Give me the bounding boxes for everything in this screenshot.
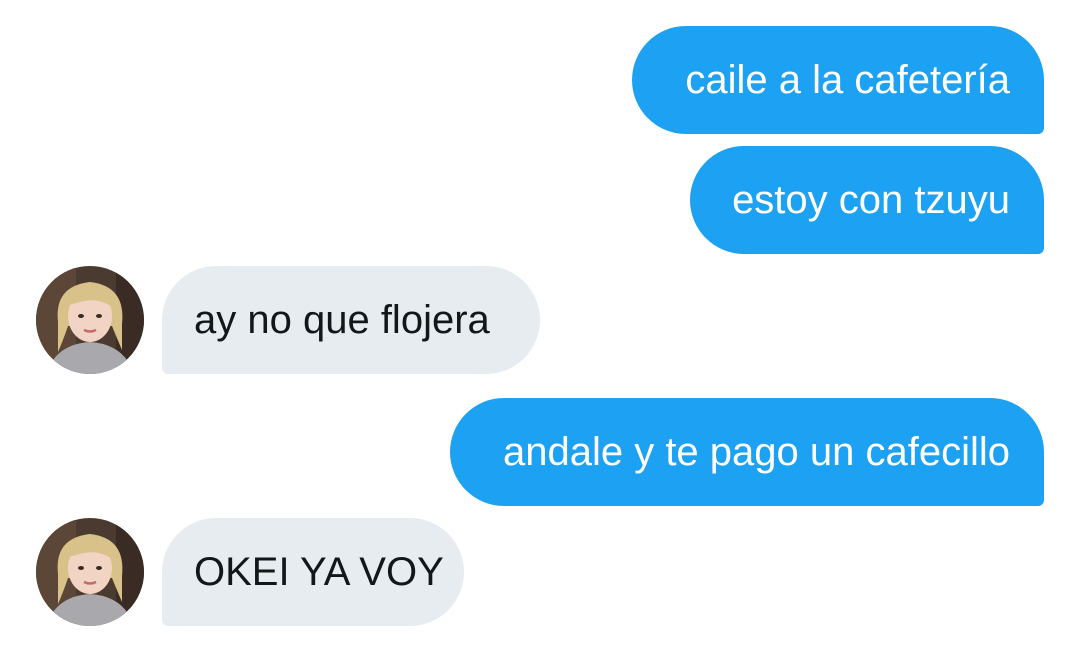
message-bubble-received[interactable]: ay no que flojera	[162, 266, 540, 374]
message-bubble-sent[interactable]: estoy con tzuyu	[690, 146, 1044, 254]
message-text: andale y te pago un cafecillo	[502, 430, 1010, 474]
message-bubble-received[interactable]: OKEI YA VOY	[162, 518, 464, 626]
message-text: ay no que flojera	[194, 298, 490, 342]
user-avatar-photo-icon[interactable]	[36, 266, 144, 374]
user-avatar-photo-icon[interactable]	[36, 518, 144, 626]
message-bubble-sent[interactable]: andale y te pago un cafecillo	[450, 398, 1044, 506]
message-text: estoy con tzuyu	[732, 178, 1010, 222]
message-bubble-sent[interactable]: caile a la cafetería	[632, 26, 1044, 134]
message-text: caile a la cafetería	[685, 58, 1010, 102]
message-text: OKEI YA VOY	[194, 550, 444, 594]
